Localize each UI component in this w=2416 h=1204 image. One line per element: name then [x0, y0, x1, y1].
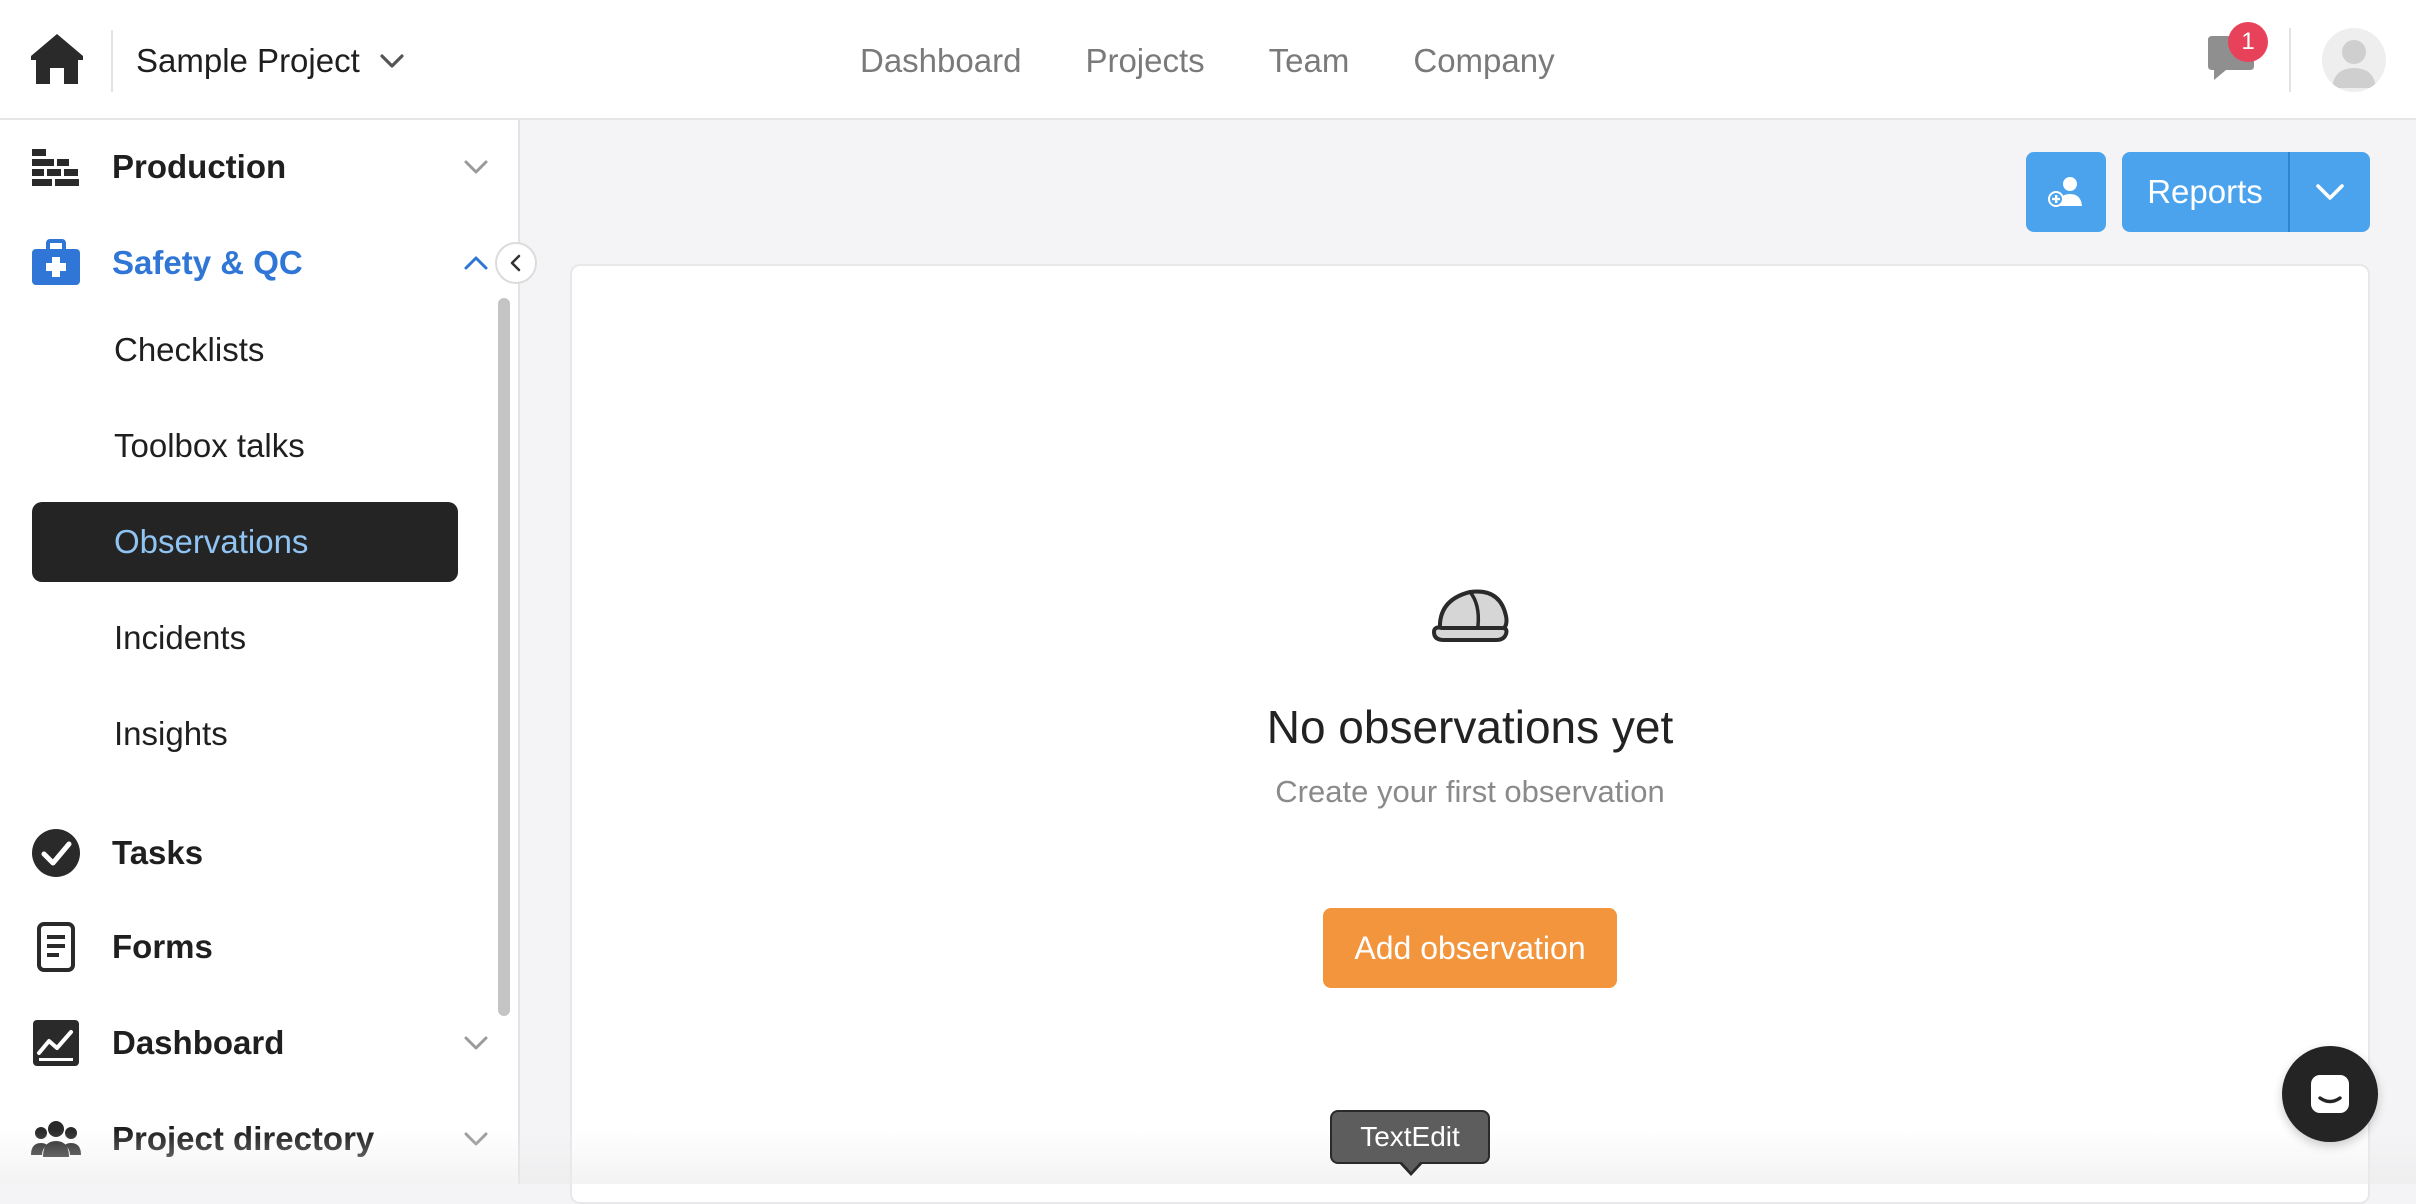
brick-wall-icon	[32, 149, 79, 186]
reports-menu-button[interactable]	[2290, 152, 2370, 232]
sidebar-group-forms[interactable]: Forms	[0, 912, 500, 982]
home-button[interactable]	[28, 30, 86, 88]
chevron-down-icon	[464, 1036, 488, 1050]
top-navigation: Dashboard Projects Team Company	[860, 34, 1555, 88]
reports-button[interactable]: Reports	[2122, 152, 2288, 232]
chevron-down-icon	[464, 1132, 488, 1146]
tooltip-arrow-inner	[1401, 1161, 1421, 1172]
notification-badge: 1	[2228, 22, 2268, 62]
sidebar-group-label: Safety & QC	[112, 244, 303, 281]
dock-tooltip: TextEdit	[1330, 1110, 1490, 1164]
sidebar-group-label: Dashboard	[112, 1024, 285, 1061]
chevron-down-icon	[2316, 184, 2344, 200]
add-member-button[interactable]	[2026, 152, 2106, 232]
sidebar-item-insights[interactable]: Insights	[32, 694, 458, 774]
header-divider	[111, 30, 113, 92]
sidebar-item-observations[interactable]: Observations	[32, 502, 458, 582]
chevron-down-icon	[380, 54, 404, 68]
project-selector[interactable]: Sample Project	[136, 34, 406, 88]
top-bar: Sample Project Dashboard Projects Team C…	[0, 0, 2416, 120]
chevron-up-icon	[464, 256, 488, 270]
reports-button-group: Reports	[2122, 152, 2370, 232]
user-avatar-icon	[2332, 40, 2376, 88]
chat-icon	[2311, 1075, 2349, 1113]
first-aid-kit-icon	[32, 239, 80, 285]
support-chat-button[interactable]	[2282, 1046, 2378, 1142]
nav-dashboard[interactable]: Dashboard	[860, 42, 1021, 80]
sidebar-item-label: Toolbox talks	[114, 427, 305, 464]
sidebar-scrollbar[interactable]	[498, 298, 510, 1016]
project-name: Sample Project	[136, 42, 360, 79]
document-icon	[37, 922, 75, 972]
add-observation-label: Add observation	[1354, 929, 1586, 966]
sidebar-item-incidents[interactable]: Incidents	[32, 598, 458, 678]
sidebar-group-production[interactable]: Production	[0, 132, 500, 202]
people-icon	[31, 1121, 81, 1157]
reports-button-label: Reports	[2147, 173, 2263, 210]
nav-company[interactable]: Company	[1413, 42, 1554, 80]
empty-state-title: No observations yet	[1266, 701, 1674, 753]
home-icon	[31, 34, 83, 84]
sidebar-group-safety[interactable]: Safety & QC	[0, 228, 500, 298]
header-divider-right	[2289, 28, 2291, 92]
sidebar-group-label: Tasks	[112, 834, 204, 871]
sidebar-group-tasks[interactable]: Tasks	[0, 818, 500, 888]
sidebar-item-label: Incidents	[114, 619, 247, 656]
tooltip-label: TextEdit	[1360, 1121, 1460, 1152]
empty-state-subtitle: Create your first observation	[1275, 774, 1665, 809]
chevron-down-icon	[464, 160, 488, 174]
sidebar: Production Safety & QC Checklists Toolbo…	[0, 120, 520, 1184]
chevron-left-icon	[510, 254, 521, 272]
user-avatar[interactable]	[2322, 28, 2386, 92]
sidebar-group-project-directory[interactable]: Project directory	[0, 1104, 500, 1174]
sidebar-group-label: Forms	[112, 928, 213, 965]
nav-team[interactable]: Team	[1269, 42, 1350, 80]
sidebar-group-label: Project directory	[112, 1120, 375, 1157]
add-user-icon	[2048, 177, 2082, 207]
sidebar-group-dashboard[interactable]: Dashboard	[0, 1008, 500, 1078]
add-observation-button[interactable]: Add observation	[1323, 908, 1617, 988]
chart-icon	[33, 1020, 79, 1066]
sidebar-item-toolbox-talks[interactable]: Toolbox talks	[32, 406, 458, 486]
sidebar-item-label: Insights	[114, 715, 228, 752]
sidebar-group-label: Production	[112, 148, 287, 185]
check-circle-icon	[32, 829, 80, 877]
sidebar-item-label: Observations	[114, 523, 309, 560]
sidebar-item-label: Checklists	[114, 331, 265, 368]
hard-hat-icon	[1432, 589, 1509, 642]
sidebar-item-checklists[interactable]: Checklists	[32, 310, 458, 390]
nav-projects[interactable]: Projects	[1085, 42, 1204, 80]
collapse-sidebar-button[interactable]	[495, 242, 537, 284]
